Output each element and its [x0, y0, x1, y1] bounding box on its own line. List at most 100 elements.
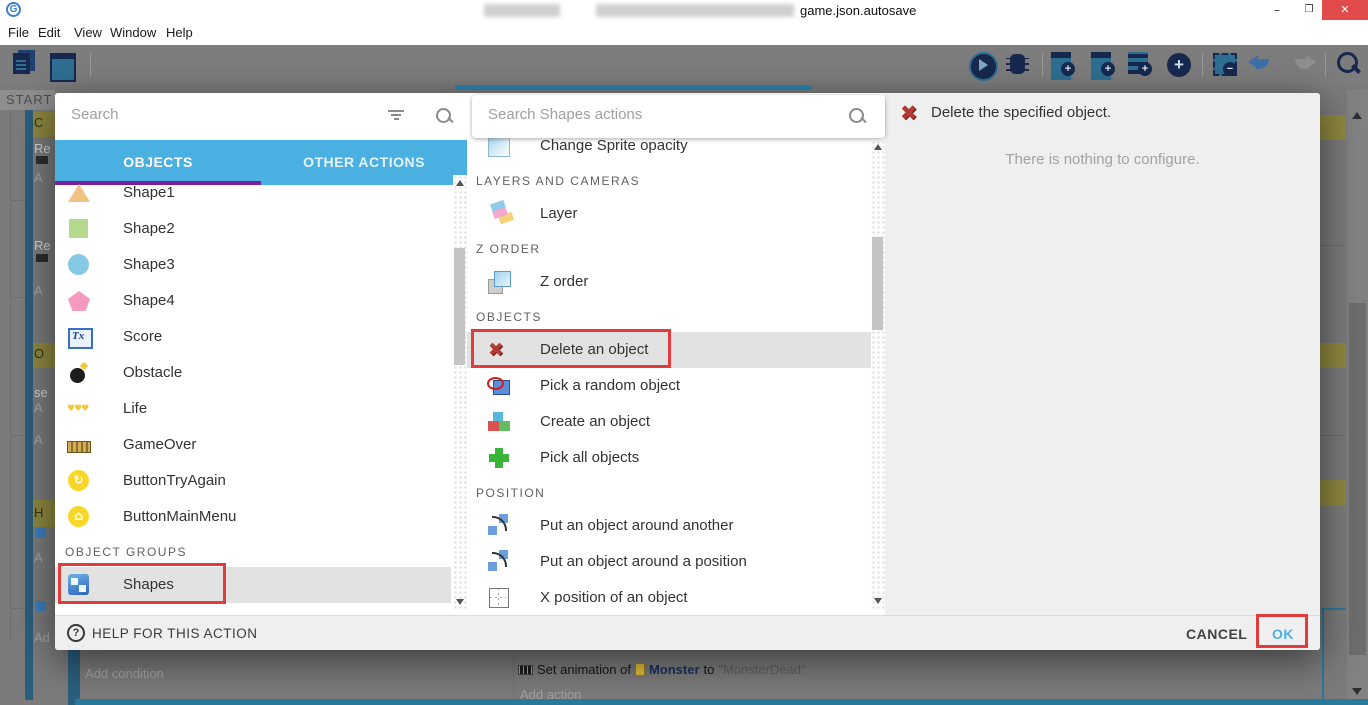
menu-file[interactable]: File: [8, 25, 29, 40]
object-list-item[interactable]: Obstacle: [55, 355, 451, 391]
scrollbar-thumb[interactable]: [872, 237, 883, 330]
action-list-item[interactable]: Layer: [467, 196, 871, 232]
object-list-item[interactable]: Shape1: [55, 175, 451, 211]
object-label: Life: [123, 400, 147, 417]
action-label: Z order: [540, 273, 588, 290]
action-label: X position of an object: [540, 589, 688, 606]
debug-icon[interactable]: [1004, 50, 1032, 80]
object-list-item[interactable]: Life: [55, 391, 451, 427]
event-text-fragment: C: [34, 115, 43, 130]
action-text-mid: to: [704, 662, 715, 677]
object-list-item[interactable]: Shape3: [55, 247, 451, 283]
animation-icon: [518, 665, 533, 675]
action-list-item[interactable]: Pick a random object: [467, 368, 871, 404]
minimize-button[interactable]: –: [1262, 0, 1292, 20]
bomb-icon: [67, 361, 91, 385]
help-link[interactable]: ? HELP FOR THIS ACTION: [67, 624, 258, 642]
pentagon-icon: [67, 289, 91, 313]
nothing-to-configure-text: There is nothing to configure.: [885, 151, 1320, 168]
object-search-input[interactable]: [71, 106, 371, 123]
action-list-item[interactable]: Delete an object: [467, 332, 871, 368]
action-list-scrollbar[interactable]: [871, 140, 885, 610]
action-config-panel: Delete the specified object. There is no…: [885, 93, 1320, 615]
filter-icon[interactable]: [388, 110, 404, 122]
action-list-item[interactable]: Put an object around a position: [467, 544, 871, 580]
event-tree-line: [10, 608, 26, 609]
menu-edit[interactable]: Edit: [38, 25, 60, 40]
highlighted-event-row: [1320, 343, 1346, 368]
redacted-path-2: [596, 4, 794, 17]
object-list-item[interactable]: GameOver: [55, 427, 451, 463]
toolbar-separator: [90, 53, 91, 77]
ok-button[interactable]: OK: [1272, 626, 1294, 642]
add-scene-icon[interactable]: [1050, 50, 1078, 80]
redacted-path-1: [484, 4, 560, 17]
object-list-item[interactable]: ButtonMainMenu: [55, 499, 451, 535]
selected-event-border-bottom: [75, 699, 1368, 705]
pick-random-icon: [487, 374, 511, 398]
scrollbar-thumb[interactable]: [454, 248, 465, 365]
cancel-button[interactable]: CANCEL: [1186, 626, 1247, 642]
add-condition-link[interactable]: Add condition: [85, 666, 164, 681]
search-icon[interactable]: [1335, 50, 1363, 80]
home-button-icon: [67, 505, 91, 529]
object-list: Shape1 Shape2Shape3Shape4ScoreObstacle Lif…: [55, 175, 451, 610]
redo-icon[interactable]: [1288, 50, 1316, 80]
play-icon[interactable]: [968, 50, 996, 80]
menu-help[interactable]: Help: [166, 25, 193, 40]
group-list-item[interactable]: Shapes: [55, 567, 451, 603]
scene-editor-icon[interactable]: [48, 50, 76, 80]
action-category-header: Z ORDER: [467, 232, 871, 264]
scroll-down-icon[interactable]: [1352, 688, 1362, 695]
search-icon[interactable]: [435, 107, 453, 125]
close-button[interactable]: ✕: [1322, 0, 1368, 20]
group-icon: [67, 573, 91, 597]
hearts-icon: [67, 397, 91, 421]
object-label: Shape1: [123, 184, 175, 201]
action-list-item[interactable]: Put an object around another: [467, 508, 871, 544]
scene-tab-start[interactable]: START: [0, 90, 55, 110]
object-list-item[interactable]: Shape2: [55, 211, 451, 247]
menu-view[interactable]: View: [74, 25, 102, 40]
delete-icon: [487, 338, 511, 362]
object-list-scrollbar[interactable]: [453, 175, 467, 610]
object-label: ButtonTryAgain: [123, 472, 226, 489]
scroll-up-icon[interactable]: [456, 180, 464, 186]
object-list-item[interactable]: Shape4: [55, 283, 451, 319]
event-action-row[interactable]: Set animation of Monster to "MonsterDead…: [518, 662, 806, 677]
delete-action-icon: [900, 100, 924, 124]
events-scrollbar-thumb[interactable]: [1349, 303, 1366, 655]
object-list-item[interactable]: ButtonTryAgain: [55, 463, 451, 499]
scroll-up-icon[interactable]: [1352, 112, 1362, 119]
project-manager-icon[interactable]: [10, 50, 38, 80]
active-tab-highlight: [455, 85, 812, 90]
square-icon: [67, 217, 91, 241]
action-category-header: LAYERS AND CAMERAS: [467, 164, 871, 196]
title-bar: G game.json.autosave – ❐ ✕: [0, 0, 1368, 20]
action-label: Pick a random object: [540, 377, 680, 394]
remove-frame-icon[interactable]: [1212, 50, 1240, 80]
scroll-up-icon[interactable]: [874, 144, 882, 150]
action-search-input[interactable]: [488, 106, 788, 123]
action-value: "MonsterDead": [718, 662, 805, 677]
add-action-link[interactable]: Add action: [520, 687, 581, 702]
scroll-down-icon[interactable]: [874, 598, 882, 604]
action-label: Delete an object: [540, 341, 648, 358]
action-list-item[interactable]: Create an object: [467, 404, 871, 440]
action-list: Change Sprite opacityLAYERS AND CAMERASL…: [467, 93, 871, 615]
restore-button[interactable]: ❐: [1294, 0, 1324, 20]
action-list-item[interactable]: Z order: [467, 264, 871, 300]
add-external-layout-icon[interactable]: [1090, 50, 1118, 80]
action-list-item[interactable]: X position of an object: [467, 580, 871, 615]
search-icon[interactable]: [848, 107, 866, 125]
add-external-events-icon[interactable]: [1127, 50, 1155, 80]
object-list-item[interactable]: Score: [55, 319, 451, 355]
undo-icon[interactable]: [1248, 50, 1276, 80]
scroll-down-icon[interactable]: [456, 599, 464, 605]
toolbar: [0, 45, 1368, 85]
event-text-fragment: A: [34, 170, 43, 185]
menu-window[interactable]: Window: [110, 25, 156, 40]
action-list-item[interactable]: Pick all objects: [467, 440, 871, 476]
add-resource-icon[interactable]: [1165, 50, 1193, 80]
monster-object-icon: [635, 663, 645, 676]
